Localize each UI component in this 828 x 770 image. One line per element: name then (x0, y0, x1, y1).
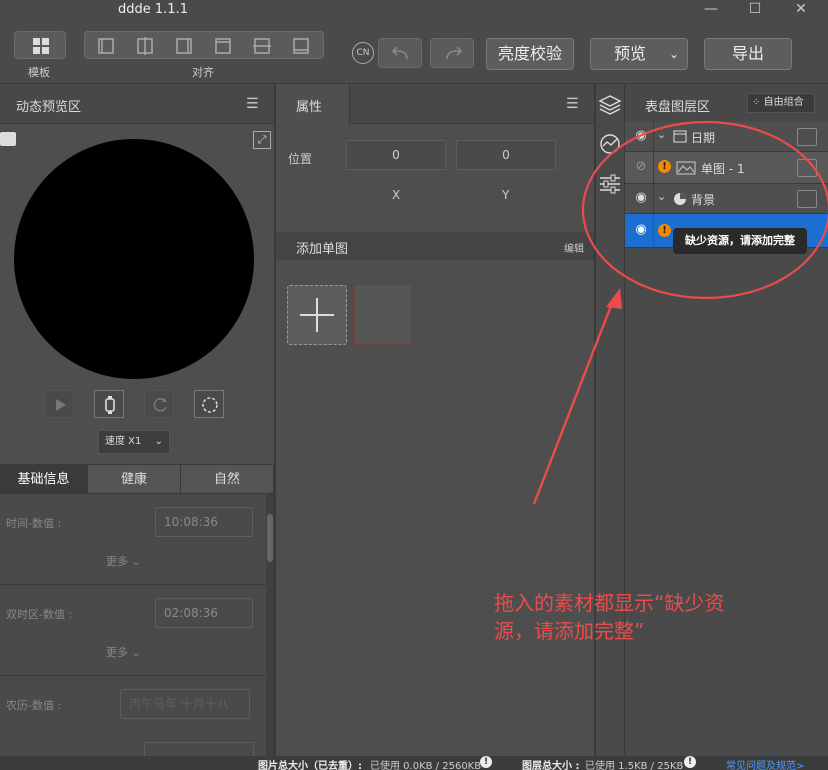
info-icon[interactable]: ! (684, 756, 696, 768)
faq-link[interactable]: 常见问题及规范> (726, 757, 804, 770)
annotation-line-1: 拖入的素材都显示“缺少资 (494, 591, 725, 615)
image-size-label: 图片总大小（已去重）: (258, 761, 362, 770)
info-icon[interactable]: ! (480, 756, 492, 768)
image-size-value: 已使用 0.0KB / 2560KB (370, 761, 482, 770)
layer-size-label: 图层总大小 : (522, 761, 580, 770)
annotation-line-2: 源，请添加完整” (494, 619, 645, 643)
status-bar: 图片总大小（已去重）: 已使用 0.0KB / 2560KB ! 图层总大小 :… (0, 756, 828, 770)
layer-size-value: 已使用 1.5KB / 25KB (585, 761, 684, 770)
arrow-head (606, 288, 622, 309)
annotation-note: 拖入的素材都显示“缺少资 源，请添加完整” (494, 589, 724, 645)
highlight-circle (581, 120, 828, 300)
annotation-arrow (532, 297, 616, 505)
annotation-overlay (532, 120, 828, 505)
